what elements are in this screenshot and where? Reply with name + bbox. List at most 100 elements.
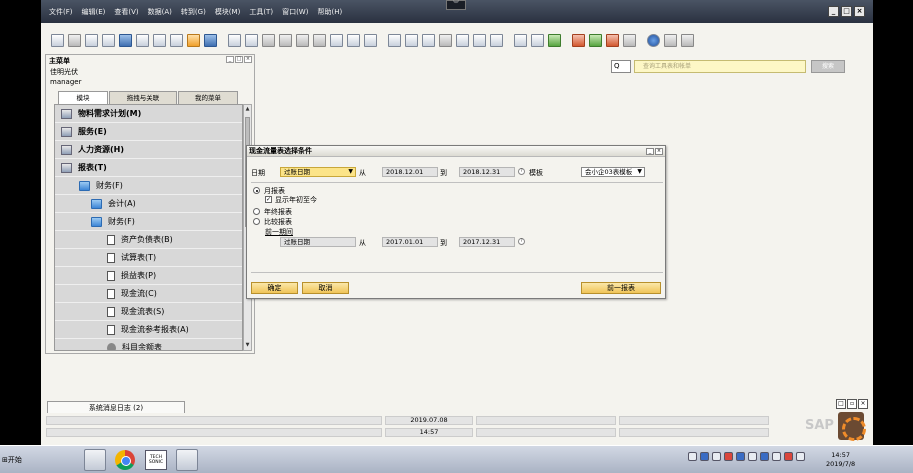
previous-report-button[interactable]: 前一报表	[581, 282, 661, 294]
settings-icon[interactable]	[664, 34, 677, 47]
tray-security-icon[interactable]	[724, 452, 733, 461]
lock-screen-icon[interactable]	[204, 34, 217, 47]
help-icon[interactable]	[647, 34, 660, 47]
freight-icon[interactable]	[490, 34, 503, 47]
menu-goto[interactable]: 转到(G)	[181, 7, 206, 17]
messages-icon[interactable]	[606, 34, 619, 47]
tree-item-hr[interactable]: 人力资源(H)	[55, 141, 242, 159]
techsonic-icon[interactable]: TECH SONIC	[145, 450, 167, 470]
tree-item-cash-flow-reference[interactable]: 现金流参考报表(A)	[55, 321, 242, 339]
menu-help[interactable]: 帮助(H)	[317, 7, 342, 17]
tray-input-icon[interactable]	[736, 452, 745, 461]
tab-my-menu[interactable]: 我的菜单	[178, 91, 238, 104]
find-icon[interactable]	[228, 34, 241, 47]
tree-item-mrp[interactable]: 物料需求计划(M)	[55, 105, 242, 123]
chrome-icon[interactable]	[115, 450, 135, 470]
help-icon[interactable]: ?	[518, 168, 525, 175]
search-input[interactable]: 查询工具表和帐单	[634, 60, 806, 73]
log-minimize-button[interactable]: □	[836, 399, 846, 409]
scroll-up-icon[interactable]: ▲	[244, 105, 251, 114]
scroll-down-icon[interactable]: ▼	[244, 341, 251, 350]
monthly-report-radio[interactable]	[253, 187, 260, 194]
tab-drag-relate[interactable]: 拖拽与关联	[109, 91, 177, 104]
tree-item-cash-flow-statement[interactable]: 现金流表(S)	[55, 303, 242, 321]
export-word-icon[interactable]	[153, 34, 166, 47]
help-icon[interactable]: ?	[518, 238, 525, 245]
dialog-minimize-button[interactable]: _	[646, 148, 654, 155]
tree-item-accounting[interactable]: 会计(A)	[55, 195, 242, 213]
menu-view[interactable]: 查看(V)	[114, 7, 138, 17]
payment-means-icon[interactable]	[439, 34, 452, 47]
ytd-checkbox[interactable]: ✓	[265, 196, 272, 203]
tree-item-service[interactable]: 服务(E)	[55, 123, 242, 141]
tree-item-account-balance[interactable]: 科目余额表	[55, 339, 242, 350]
tray-network-icon[interactable]	[700, 452, 709, 461]
next-record-icon[interactable]	[296, 34, 309, 47]
tray-volume-icon[interactable]	[772, 452, 781, 461]
system-clock[interactable]: 14:57 2019/7/8	[826, 451, 855, 469]
template-select[interactable]: 会小企03表模板 ▼	[581, 167, 645, 177]
menu-window[interactable]: 窗口(W)	[282, 7, 308, 17]
minimize-button[interactable]: _	[828, 6, 839, 17]
from-date-field[interactable]: 2018.12.01	[382, 167, 438, 177]
base-document-icon[interactable]	[388, 34, 401, 47]
previous-record-icon[interactable]	[279, 34, 292, 47]
ok-button[interactable]: 确定	[251, 282, 298, 294]
compare-from-date-field[interactable]: 2017.01.01	[382, 237, 438, 247]
filter-icon[interactable]	[347, 34, 360, 47]
date-type-select[interactable]: 过账日期 ▼	[280, 167, 356, 177]
tray-arrow-icon[interactable]	[712, 452, 721, 461]
tray-display-icon[interactable]	[748, 452, 757, 461]
tree-item-trial-balance[interactable]: 试算表(T)	[55, 249, 242, 267]
preview-icon[interactable]	[51, 34, 64, 47]
compare-to-date-field[interactable]: 2017.12.31	[459, 237, 515, 247]
search-icon[interactable]: Q	[611, 60, 631, 73]
collapse-dropdown-icon[interactable]: ︾	[446, 0, 466, 10]
calculator-icon[interactable]	[589, 34, 602, 47]
tree-item-finance[interactable]: 财务(F)	[55, 177, 242, 195]
tab-modules[interactable]: 模块	[58, 91, 108, 105]
app-launcher-icon[interactable]	[84, 449, 106, 471]
sap-task-icon[interactable]	[176, 449, 198, 471]
calendar-icon[interactable]	[572, 34, 585, 47]
sort-icon[interactable]	[364, 34, 377, 47]
add-icon[interactable]	[245, 34, 258, 47]
tree-item-finance-sub[interactable]: 财务(F)	[55, 213, 242, 231]
panel-close-button[interactable]: ×	[244, 56, 252, 63]
sms-icon[interactable]	[102, 34, 115, 47]
menu-modules[interactable]: 模块(M)	[215, 7, 241, 17]
menu-tools[interactable]: 工具(T)	[249, 7, 273, 17]
last-record-icon[interactable]	[313, 34, 326, 47]
refresh-icon[interactable]	[330, 34, 343, 47]
target-document-icon[interactable]	[405, 34, 418, 47]
launch-app-icon[interactable]	[187, 34, 200, 47]
tray-sync-icon[interactable]	[760, 452, 769, 461]
first-record-icon[interactable]	[262, 34, 275, 47]
menu-data[interactable]: 数据(A)	[148, 7, 172, 17]
layout-designer-icon[interactable]	[548, 34, 561, 47]
restore-button[interactable]: □	[841, 6, 852, 17]
tray-alert-icon[interactable]	[784, 452, 793, 461]
tree-item-reports[interactable]: 报表(T)	[55, 159, 242, 177]
log-close-button[interactable]: ×	[858, 399, 868, 409]
journal-entry-icon[interactable]	[422, 34, 435, 47]
menu-file[interactable]: 文件(F)	[49, 7, 73, 17]
form-settings-icon[interactable]	[531, 34, 544, 47]
annual-report-radio[interactable]	[253, 208, 260, 215]
panel-minimize-button[interactable]: _	[226, 56, 234, 63]
compare-date-type-field[interactable]: 过账日期	[280, 237, 356, 247]
to-date-field[interactable]: 2018.12.31	[459, 167, 515, 177]
tray-app-icon[interactable]	[688, 452, 697, 461]
gross-profit-icon[interactable]	[456, 34, 469, 47]
menu-edit[interactable]: 编辑(E)	[82, 7, 106, 17]
tree-item-balance-sheet[interactable]: 资产负债表(B)	[55, 231, 242, 249]
email-icon[interactable]	[85, 34, 98, 47]
print-icon[interactable]	[68, 34, 81, 47]
user-icon[interactable]	[623, 34, 636, 47]
panel-restore-button[interactable]: □	[235, 56, 243, 63]
dialog-close-button[interactable]: ×	[655, 148, 663, 155]
log-restore-button[interactable]: ▫	[847, 399, 857, 409]
logoff-icon[interactable]	[681, 34, 694, 47]
export-pdf-icon[interactable]	[170, 34, 183, 47]
cancel-button[interactable]: 取消	[302, 282, 349, 294]
